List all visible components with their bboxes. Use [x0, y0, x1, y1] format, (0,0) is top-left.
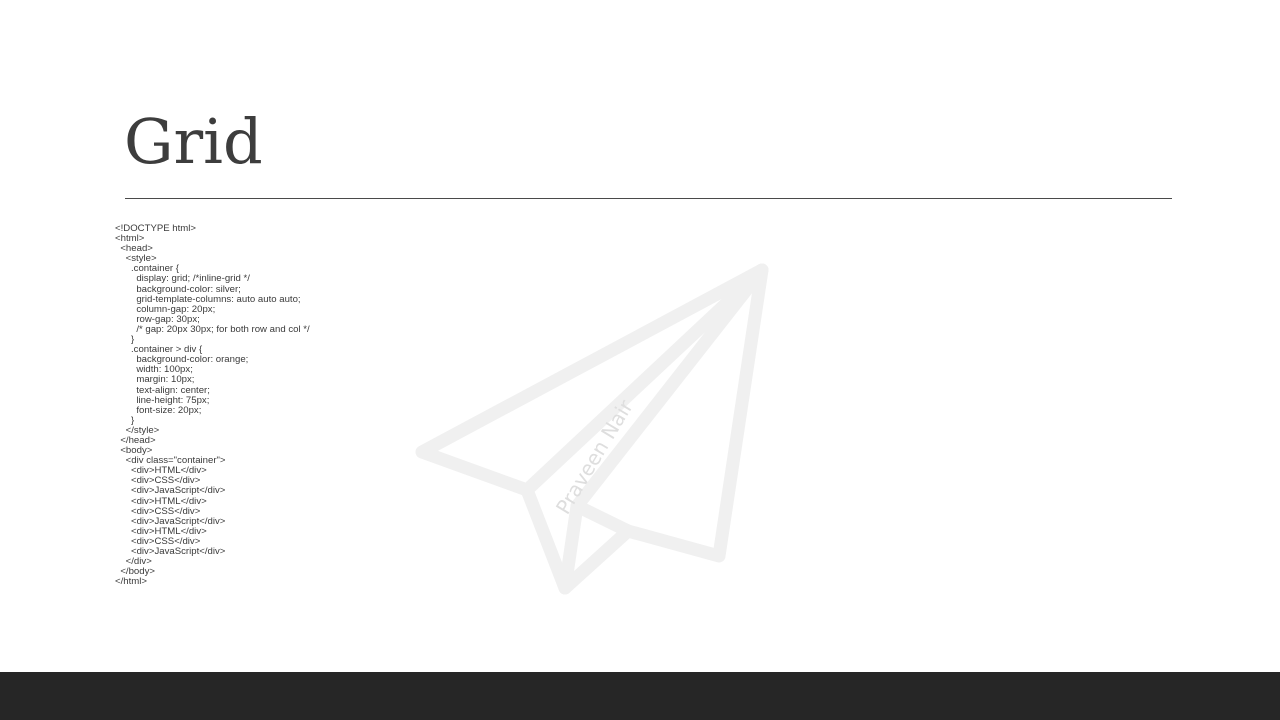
code-line: <!DOCTYPE html>: [115, 223, 197, 234]
code-line: </html>: [115, 576, 147, 588]
slide: Grid Praveen Nair <!DOCTYPE html> <html> …: [0, 0, 1280, 720]
footer-bar: [0, 672, 1280, 720]
code-line: margin: 10px;: [115, 374, 195, 386]
slide-title: Grid: [124, 105, 263, 178]
code-block: <!DOCTYPE html> <html> <head> <style> .co…: [115, 223, 310, 588]
code-line: font-size: 20px;: [115, 404, 202, 416]
title-divider: [125, 198, 1172, 199]
code-line: /* gap: 20px 30px; for both row and col …: [115, 323, 310, 335]
